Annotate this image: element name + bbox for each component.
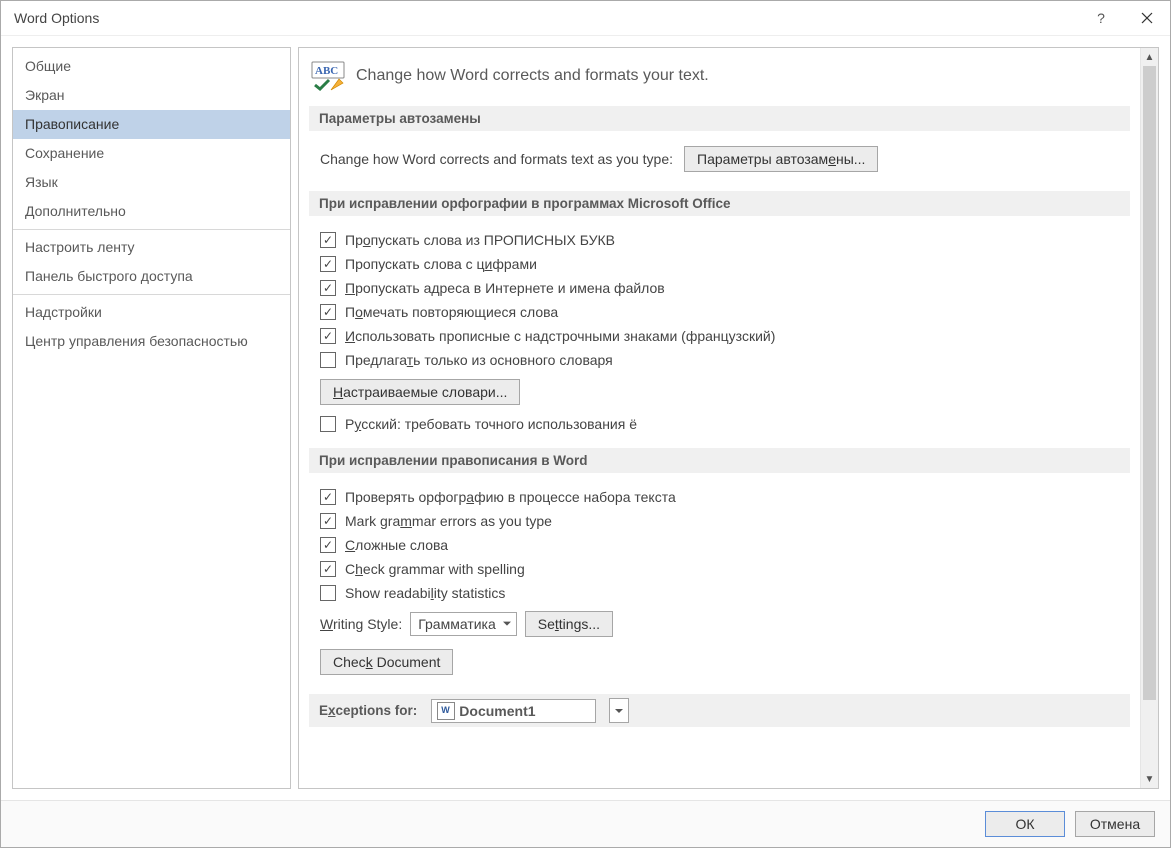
- checkbox-icon: [320, 537, 336, 553]
- check-grammar-with-spelling[interactable]: Check grammar with spelling: [309, 557, 1130, 581]
- check-label: Show readability statistics: [345, 585, 505, 601]
- check-label: Русский: требовать точного использования…: [345, 416, 637, 432]
- scroll-thumb[interactable]: [1143, 66, 1156, 700]
- custom-dictionaries-button[interactable]: Настраиваемые словари...: [320, 379, 520, 405]
- check-flag-repeated[interactable]: Помечать повторяющиеся слова: [309, 300, 1130, 324]
- check-accented-french[interactable]: Использовать прописные с надстрочными зн…: [309, 324, 1130, 348]
- exceptions-document-select[interactable]: Document1: [431, 699, 596, 723]
- scroll-down-button[interactable]: ▼: [1141, 770, 1158, 788]
- check-label: Помечать повторяющиеся слова: [345, 304, 558, 320]
- check-readability-stats[interactable]: Show readability statistics: [309, 581, 1130, 605]
- checkbox-icon: [320, 256, 336, 272]
- checkbox-icon: [320, 561, 336, 577]
- autocorrect-options-button[interactable]: Параметры автозамены...: [684, 146, 878, 172]
- sidebar-item-save[interactable]: Сохранение: [13, 139, 290, 168]
- scroll-track[interactable]: [1141, 66, 1158, 770]
- check-label: Mark grammar errors as you type: [345, 513, 552, 529]
- sidebar-item-advanced[interactable]: Дополнительно: [13, 197, 290, 226]
- ok-button[interactable]: ОК: [985, 811, 1065, 837]
- checkbox-icon: [320, 489, 336, 505]
- writing-style-value: Грамматика: [418, 616, 496, 632]
- check-suggest-main-dict[interactable]: Предлагать только из основного словаря: [309, 348, 1130, 372]
- sidebar-item-proofing[interactable]: Правописание: [13, 110, 290, 139]
- check-ignore-internet[interactable]: Пропускать адреса в Интернете и имена фа…: [309, 276, 1130, 300]
- checkbox-icon: [320, 585, 336, 601]
- check-ignore-with-numbers[interactable]: Пропускать слова с цифрами: [309, 252, 1130, 276]
- check-mark-grammar[interactable]: Mark grammar errors as you type: [309, 509, 1130, 533]
- content-area: ABC Change how Word corrects and formats…: [298, 47, 1159, 789]
- close-button[interactable]: [1124, 1, 1170, 35]
- page-header: ABC Change how Word corrects and formats…: [311, 61, 1130, 91]
- check-label: Пропускать адреса в Интернете и имена фа…: [345, 280, 665, 296]
- close-icon: [1141, 12, 1153, 24]
- help-button[interactable]: ?: [1078, 1, 1124, 35]
- check-confused-words[interactable]: Сложные слова: [309, 533, 1130, 557]
- check-label: Предлагать только из основного словаря: [345, 352, 613, 368]
- sidebar-item-addins[interactable]: Надстройки: [13, 298, 290, 327]
- window-controls: ?: [1078, 1, 1170, 35]
- section-exceptions: Exceptions for: Document1: [309, 694, 1130, 727]
- checkbox-icon: [320, 416, 336, 432]
- autocorrect-lead-text: Change how Word corrects and formats tex…: [320, 151, 673, 167]
- checkbox-icon: [320, 232, 336, 248]
- checkbox-icon: [320, 352, 336, 368]
- page-header-text: Change how Word corrects and formats you…: [356, 67, 709, 85]
- exceptions-dropdown-button[interactable]: [609, 698, 629, 723]
- sidebar-item-quick-access[interactable]: Панель быстрого доступа: [13, 262, 290, 291]
- section-word-spelling: При исправлении правописания в Word: [309, 448, 1130, 473]
- word-options-dialog: Word Options ? Общие Экран Правописание …: [0, 0, 1171, 848]
- sidebar-item-trust-center[interactable]: Центр управления безопасностью: [13, 327, 290, 356]
- sidebar-item-language[interactable]: Язык: [13, 168, 290, 197]
- check-label: Пропускать слова из ПРОПИСНЫХ БУКВ: [345, 232, 615, 248]
- word-document-icon: [437, 702, 455, 720]
- checkbox-icon: [320, 280, 336, 296]
- section-autocorrect-options: Параметры автозамены: [309, 106, 1130, 131]
- writing-style-select[interactable]: Грамматика: [410, 612, 517, 636]
- check-ignore-uppercase[interactable]: Пропускать слова из ПРОПИСНЫХ БУКВ: [309, 228, 1130, 252]
- checkbox-icon: [320, 328, 336, 344]
- svg-text:ABC: ABC: [315, 65, 338, 77]
- sidebar-item-display[interactable]: Экран: [13, 81, 290, 110]
- check-label: Сложные слова: [345, 537, 448, 553]
- checkbox-icon: [320, 304, 336, 320]
- scroll-up-button[interactable]: ▲: [1141, 48, 1158, 66]
- writing-style-label: Writing Style:: [320, 616, 402, 632]
- check-label: Пропускать слова с цифрами: [345, 256, 537, 272]
- sidebar: Общие Экран Правописание Сохранение Язык…: [12, 47, 291, 789]
- dialog-body: Общие Экран Правописание Сохранение Язык…: [1, 36, 1170, 800]
- cancel-button[interactable]: Отмена: [1075, 811, 1155, 837]
- writing-settings-button[interactable]: Settings...: [525, 611, 613, 637]
- check-document-button[interactable]: Check Document: [320, 649, 453, 675]
- proofing-icon: ABC: [311, 61, 345, 91]
- dialog-footer: ОК Отмена: [1, 800, 1170, 847]
- section-office-spelling: При исправлении орфографии в программах …: [309, 191, 1130, 216]
- sidebar-item-general[interactable]: Общие: [13, 52, 290, 81]
- check-label: Использовать прописные с надстрочными зн…: [345, 328, 775, 344]
- check-spellcheck-as-type[interactable]: Проверять орфографию в процессе набора т…: [309, 485, 1130, 509]
- sidebar-item-customize-ribbon[interactable]: Настроить ленту: [13, 233, 290, 262]
- vertical-scrollbar[interactable]: ▲ ▼: [1140, 48, 1158, 788]
- titlebar: Word Options ?: [1, 1, 1170, 36]
- autocorrect-lead-row: Change how Word corrects and formats tex…: [309, 143, 1130, 175]
- check-label: Check grammar with spelling: [345, 561, 525, 577]
- sidebar-separator: [13, 294, 290, 295]
- exceptions-document-value: Document1: [459, 703, 535, 719]
- check-label: Проверять орфографию в процессе набора т…: [345, 489, 676, 505]
- checkbox-icon: [320, 513, 336, 529]
- exceptions-label: Exceptions for:: [319, 703, 417, 718]
- writing-style-row: Writing Style: Грамматика Settings...: [309, 608, 1130, 640]
- content-scroll: ABC Change how Word corrects and formats…: [299, 48, 1140, 788]
- window-title: Word Options: [14, 10, 99, 26]
- check-russian-yo[interactable]: Русский: требовать точного использования…: [309, 412, 1130, 436]
- sidebar-separator: [13, 229, 290, 230]
